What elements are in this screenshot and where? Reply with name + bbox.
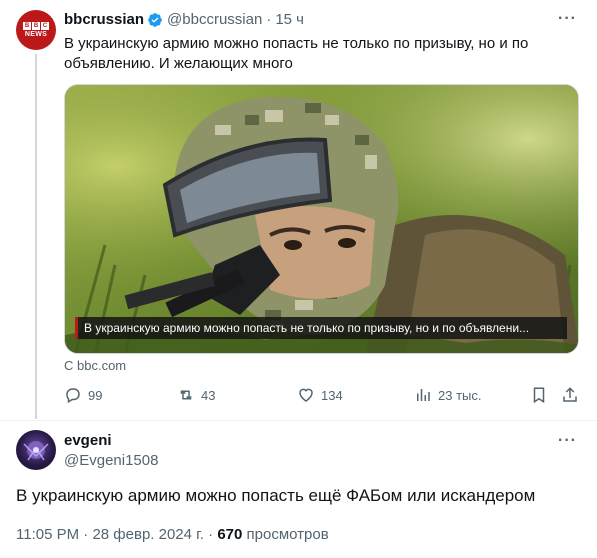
avatar-image (23, 441, 49, 461)
tweet-text: В украинскую армию можно попасть не толь… (64, 35, 529, 72)
divider (0, 420, 597, 421)
retweet-button[interactable]: 43 (177, 386, 215, 404)
more-options-icon[interactable]: ··· (558, 10, 577, 28)
more-options-icon-2[interactable]: ··· (558, 432, 577, 450)
like-button[interactable]: 134 (297, 386, 343, 404)
thread-line (35, 54, 37, 419)
tweet-time[interactable]: 11:05 PM (16, 526, 79, 543)
bbc-news-label: NEWS (24, 31, 48, 38)
retweet-count: 43 (201, 387, 216, 403)
reply-icon (66, 388, 80, 404)
like-count: 134 (321, 387, 343, 403)
like-icon (299, 388, 313, 402)
meta-separator-1: · (83, 526, 89, 543)
reply-count: 99 (88, 387, 103, 403)
views-count: 23 тыс. (438, 387, 482, 403)
link-card-image[interactable]: В украинскую армию можно попасть не толь… (64, 84, 579, 354)
share-button[interactable] (561, 386, 579, 404)
verified-badge-icon (148, 12, 162, 27)
timestamp[interactable]: 15 ч (275, 11, 304, 28)
tweet-meta: 11:05 PM · 28 февр. 2024 г. · 670 просмо… (16, 526, 329, 543)
evgeni-avatar[interactable] (16, 430, 56, 470)
bbc-logo: BBC (23, 22, 49, 30)
tweet-bbcrussian[interactable]: BBC NEWS bbcrussian @bbccrussian · 15 ч … (0, 0, 597, 420)
display-name[interactable]: bbcrussian (64, 11, 144, 28)
handle[interactable]: @bbccrussian (167, 11, 262, 28)
evgeni-handle[interactable]: @Evgeni1508 (64, 452, 158, 469)
share-icon (563, 387, 577, 402)
reply-button[interactable]: 99 (64, 386, 102, 404)
link-source[interactable]: С bbc.com (64, 358, 126, 373)
retweet-icon (180, 390, 192, 400)
bookmark-icon (533, 387, 545, 404)
views-icon (417, 389, 430, 401)
views-button[interactable]: 23 тыс. (414, 386, 481, 404)
tweet-header: bbcrussian @bbccrussian · 15 ч (64, 11, 304, 28)
bookmark-button[interactable] (530, 386, 548, 404)
separator-dot: · (266, 11, 272, 28)
soldier-photo (65, 85, 578, 353)
evgeni-display-name[interactable]: evgeni (64, 432, 112, 449)
meta-separator-2: · (208, 526, 214, 543)
tweet-actions: 99 43 134 23 тыс. (64, 386, 579, 408)
tweet-date[interactable]: 28 февр. 2024 г. (92, 526, 204, 543)
reply-tweet-text: В украинскую армию можно попасть ещё ФАБ… (16, 486, 536, 505)
views-number: 670 (217, 526, 243, 543)
bbc-news-avatar[interactable]: BBC NEWS (16, 10, 56, 50)
views-label: просмотров (246, 526, 329, 543)
media-caption: В украинскую армию можно попасть не толь… (75, 317, 567, 339)
